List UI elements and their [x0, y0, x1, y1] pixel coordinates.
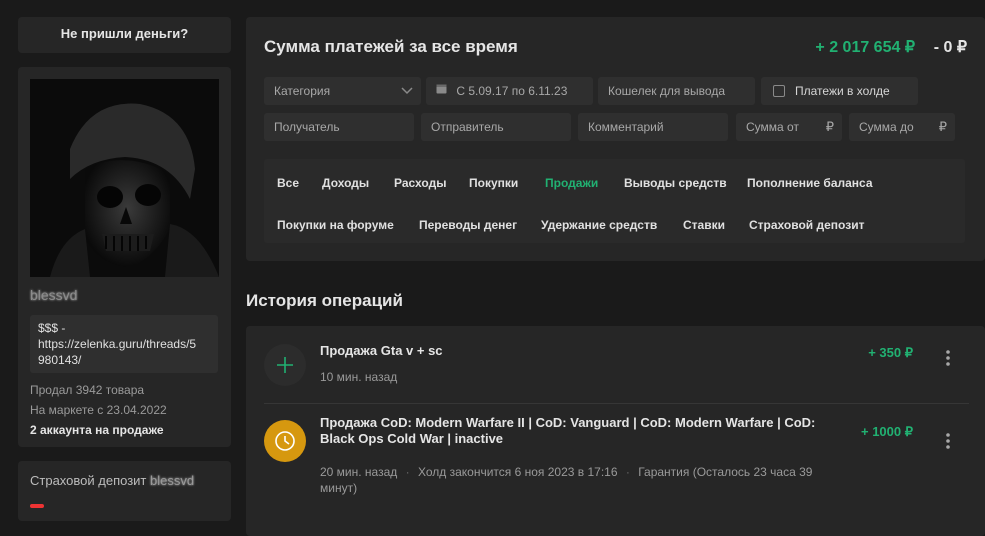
skull-soldier-image: [30, 79, 219, 277]
summary-title: Сумма платежей за все время: [264, 37, 518, 56]
not-paid-button[interactable]: Не пришли деньги?: [18, 17, 231, 53]
date-range-picker[interactable]: С 5.09.17 по 6.11.23: [426, 77, 593, 105]
sidebar: Не пришли деньги? blessvd $$$ - https://…: [18, 17, 231, 521]
summary-income: + 2 017 654 ₽: [815, 39, 915, 56]
recipient-placeholder: Получатель: [274, 120, 340, 134]
operation-amount: + 1000 ₽: [860, 424, 913, 439]
operation-title-line-2: Black Ops Cold War | inactive: [320, 431, 504, 446]
tab-withdrawals[interactable]: Выводы средств: [624, 176, 727, 190]
sender-placeholder: Отправитель: [431, 120, 504, 134]
seller-thread-link[interactable]: $$$ - https://zelenka.guru/threads/5 980…: [30, 315, 218, 373]
hold-label: Платежи в холде: [795, 84, 890, 98]
tab-holds[interactable]: Удержание средств: [541, 218, 657, 232]
sender-input[interactable]: Отправитель: [421, 113, 571, 141]
operation-title-line-1: Продажа CoD: Modern Warfare II | CoD: Va…: [320, 415, 816, 430]
operation-time: 10 мин. назад: [320, 370, 398, 384]
tab-insurance-deposit[interactable]: Страховой депозит: [749, 218, 864, 232]
thread-line-3: 980143/: [38, 353, 82, 367]
sold-count: Продал 3942 товара: [30, 383, 145, 397]
comment-placeholder: Комментарий: [588, 120, 664, 134]
operation-type-tabs: Все Доходы Расходы Покупки Продажи Вывод…: [264, 159, 965, 243]
history-title: История операций: [246, 291, 403, 310]
tab-forum-purchases[interactable]: Покупки на форуме: [277, 218, 394, 232]
sum-to-input[interactable]: Сумма до ₽: [849, 113, 955, 141]
main-content: Сумма платежей за все время + 2 017 654 …: [246, 17, 985, 536]
more-options-icon[interactable]: [945, 349, 951, 367]
payments-summary-card: Сумма платежей за все время + 2 017 654 …: [246, 17, 985, 261]
operation-item[interactable]: Продажа CoD: Modern Warfare II | CoD: Va…: [246, 404, 985, 536]
operation-time: 20 мин. назад: [320, 465, 398, 479]
avatar[interactable]: [30, 79, 219, 277]
sum-to-placeholder: Сумма до: [859, 120, 914, 134]
category-select[interactable]: Категория: [264, 77, 421, 105]
more-options-icon[interactable]: [945, 432, 951, 450]
tab-purchases[interactable]: Покупки: [469, 176, 518, 190]
operation-title[interactable]: Продажа CoD: Modern Warfare II | CoD: Va…: [320, 415, 840, 447]
guarantee-text-continued: минут): [320, 481, 358, 495]
wallet-placeholder: Кошелек для вывода: [608, 84, 725, 98]
hold-checkbox[interactable]: [773, 84, 785, 97]
hold-end-text: Холд закончится 6 ноя 2023 в 17:16: [417, 465, 618, 479]
operation-meta: 20 мин. назад · Холд закончится 6 ноя 20…: [320, 464, 820, 496]
wallet-input[interactable]: Кошелек для вывода: [598, 77, 755, 105]
insurance-label: Страховой депозит: [30, 473, 147, 488]
market-since: На маркете с 23.04.2022: [30, 403, 167, 417]
tab-money-transfers[interactable]: Переводы денег: [419, 218, 517, 232]
insurance-deposit-card: Страховой депозит blessvd: [18, 461, 231, 521]
ruble-icon: ₽: [825, 119, 834, 134]
sum-from-input[interactable]: Сумма от ₽: [736, 113, 842, 141]
insurance-indicator: [30, 504, 44, 508]
operation-title[interactable]: Продажа Gta v + sc: [320, 343, 840, 359]
thread-line-2: https://zelenka.guru/threads/5: [38, 337, 197, 351]
accounts-for-sale-link[interactable]: 2 аккаунта на продаже: [30, 423, 219, 437]
guarantee-text: Гарантия (Осталось 23 часа 39: [638, 465, 813, 479]
tab-expenses[interactable]: Расходы: [394, 176, 446, 190]
seller-username[interactable]: blessvd: [30, 287, 219, 305]
tab-balance-topup[interactable]: Пополнение баланса: [747, 176, 873, 190]
insurance-username: blessvd: [150, 473, 195, 488]
category-select-label: Категория: [274, 84, 331, 98]
recipient-input[interactable]: Получатель: [264, 113, 414, 141]
date-range-label: С 5.09.17 по 6.11.23: [456, 84, 568, 98]
operations-history: Продажа Gta v + sc 10 мин. назад + 350 ₽…: [246, 326, 985, 536]
tab-income[interactable]: Доходы: [322, 176, 369, 190]
calendar-icon: [436, 76, 447, 104]
operation-item[interactable]: Продажа Gta v + sc 10 мин. назад + 350 ₽: [246, 326, 985, 406]
tab-bets[interactable]: Ставки: [683, 218, 725, 232]
clock-icon: [264, 420, 306, 462]
tab-all[interactable]: Все: [277, 176, 299, 190]
thread-line-1: $$$ -: [38, 321, 66, 335]
tab-sales[interactable]: Продажи: [545, 176, 598, 190]
chevron-down-icon: [401, 77, 413, 115]
seller-profile-card: blessvd $$$ - https://zelenka.guru/threa…: [18, 67, 231, 447]
sum-from-placeholder: Сумма от: [746, 120, 799, 134]
ruble-icon: ₽: [938, 119, 947, 134]
plus-icon: [264, 344, 306, 386]
operation-amount: + 350 ₽: [868, 345, 913, 360]
hold-payments-toggle[interactable]: Платежи в холде: [761, 77, 918, 105]
summary-expense: - 0 ₽: [933, 39, 967, 56]
comment-input[interactable]: Комментарий: [578, 113, 728, 141]
